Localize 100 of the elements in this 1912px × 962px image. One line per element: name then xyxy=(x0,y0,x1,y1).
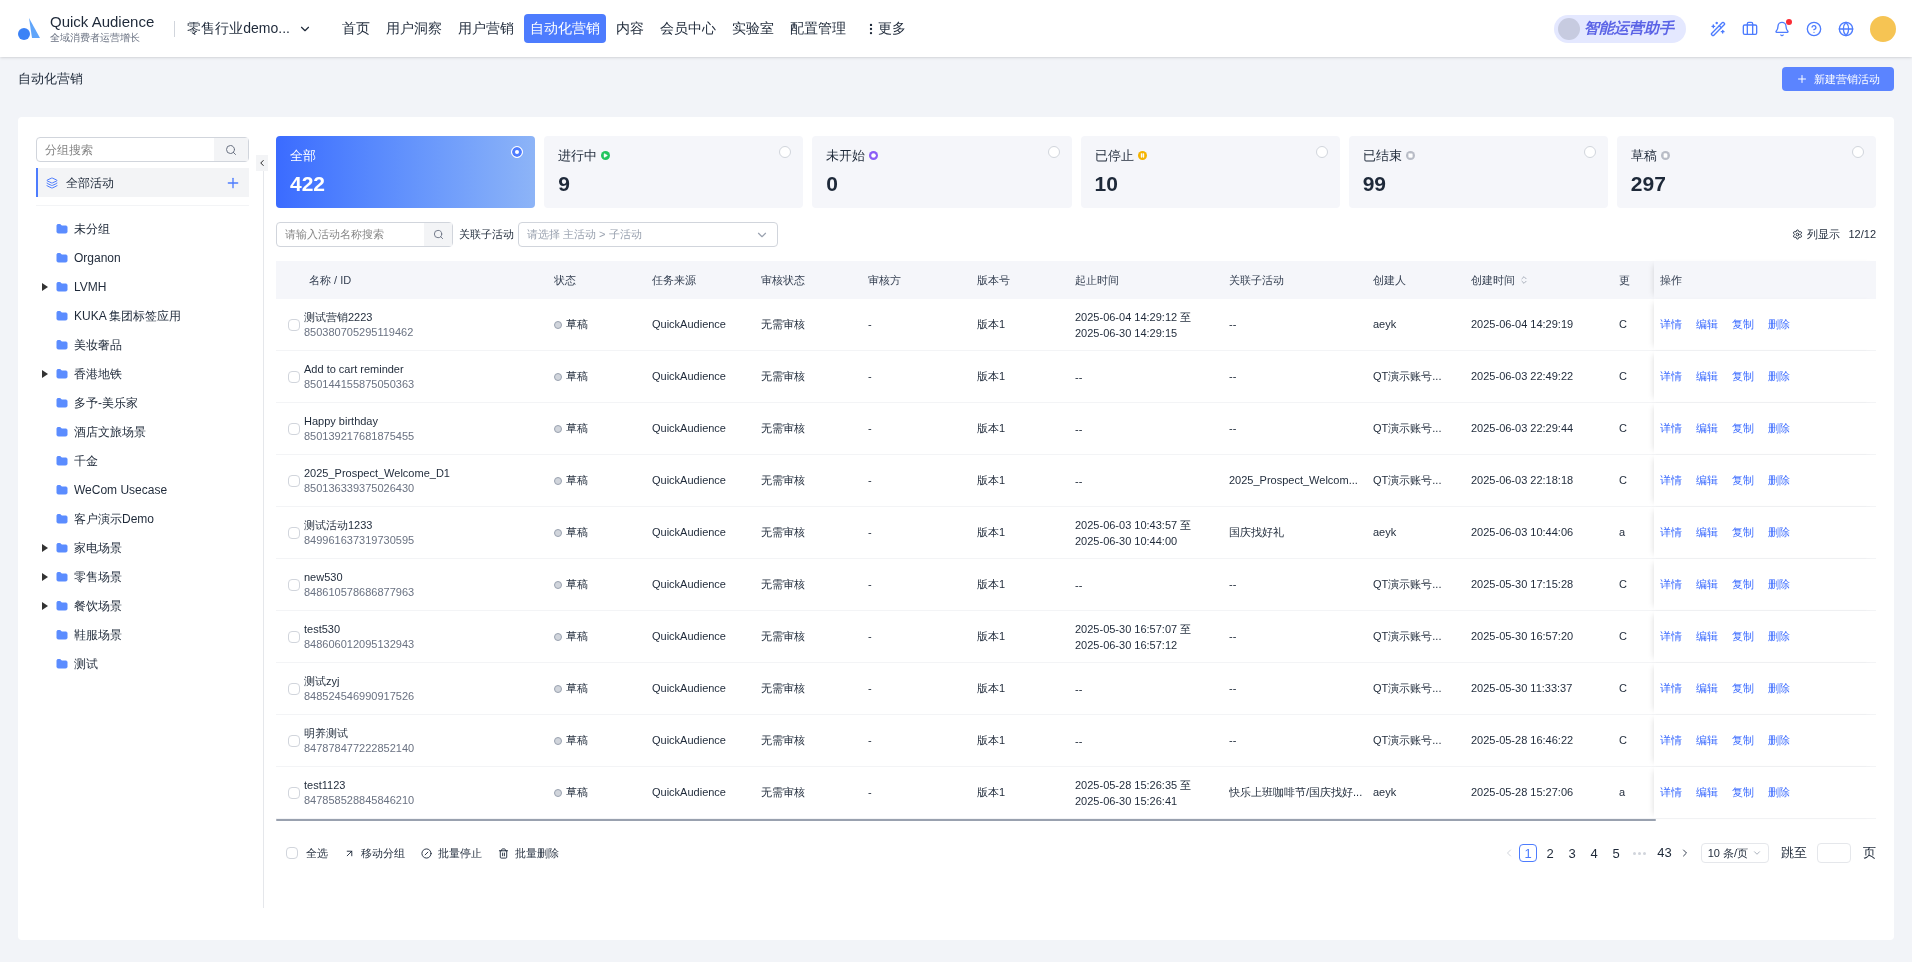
row-action-link[interactable]: 复制 xyxy=(1732,368,1754,385)
row-action-link[interactable]: 删除 xyxy=(1768,680,1790,697)
magic-icon[interactable] xyxy=(1710,20,1726,37)
row-action-link[interactable]: 详情 xyxy=(1660,524,1682,541)
activity-name[interactable]: 测试活动1233 xyxy=(304,517,415,533)
group-item[interactable]: 酒店文旅场景 xyxy=(36,417,249,446)
bulk-action-button[interactable]: 批量停止 xyxy=(421,844,482,862)
group-item[interactable]: 美妆奢品 xyxy=(36,330,249,359)
sort-icon[interactable] xyxy=(1519,275,1529,285)
column-header[interactable]: 创建时间 xyxy=(1471,271,1619,289)
group-search-field[interactable]: 分组搜索 xyxy=(36,137,249,162)
row-action-link[interactable]: 编辑 xyxy=(1696,420,1718,437)
row-checkbox[interactable] xyxy=(288,422,300,435)
globe-icon[interactable] xyxy=(1838,20,1854,37)
row-action-link[interactable]: 复制 xyxy=(1732,524,1754,541)
row-action-link[interactable]: 复制 xyxy=(1732,472,1754,489)
row-checkbox[interactable] xyxy=(288,682,300,695)
group-item[interactable]: 鞋服场景 xyxy=(36,620,249,649)
activity-name[interactable]: new530 xyxy=(304,569,415,585)
row-action-link[interactable]: 详情 xyxy=(1660,472,1682,489)
user-avatar[interactable] xyxy=(1870,15,1896,42)
row-action-link[interactable]: 编辑 xyxy=(1696,784,1718,801)
row-action-link[interactable]: 详情 xyxy=(1660,576,1682,593)
row-checkbox[interactable] xyxy=(288,318,300,331)
nav-tab[interactable]: 配置管理 xyxy=(783,14,852,43)
row-action-link[interactable]: 编辑 xyxy=(1696,680,1718,697)
group-item[interactable]: WeCom Usecase xyxy=(36,475,249,504)
row-action-link[interactable]: 详情 xyxy=(1660,368,1682,385)
ellipsis-icon[interactable] xyxy=(1633,851,1647,855)
page-size-select[interactable]: 10 条/页 xyxy=(1700,843,1769,863)
nav-tab[interactable]: 用户洞察 xyxy=(379,14,448,43)
collapse-button[interactable] xyxy=(256,155,268,171)
expand-icon[interactable] xyxy=(42,369,48,378)
status-card[interactable]: 已停止 10 xyxy=(1080,136,1340,208)
row-action-link[interactable]: 编辑 xyxy=(1696,576,1718,593)
status-card[interactable]: 全部 422 xyxy=(276,136,536,208)
briefcase-icon[interactable] xyxy=(1742,20,1758,37)
row-action-link[interactable]: 详情 xyxy=(1660,680,1682,697)
status-card[interactable]: 进行中 9 xyxy=(544,136,804,208)
activity-name[interactable]: Happy birthday xyxy=(304,413,415,429)
row-action-link[interactable]: 删除 xyxy=(1768,524,1790,541)
row-action-link[interactable]: 编辑 xyxy=(1696,524,1718,541)
activity-name[interactable]: 2025_Prospect_Welcome_D1 xyxy=(304,465,450,481)
row-checkbox[interactable] xyxy=(288,578,300,591)
row-action-link[interactable]: 编辑 xyxy=(1696,732,1718,749)
row-checkbox[interactable] xyxy=(288,630,300,643)
nav-tab[interactable]: 内容 xyxy=(609,14,650,43)
more-menu[interactable]: 更多 xyxy=(863,18,906,39)
expand-icon[interactable] xyxy=(42,543,48,552)
row-action-link[interactable]: 删除 xyxy=(1768,784,1790,801)
group-item[interactable]: KUKA 集团标签应用 xyxy=(36,301,249,330)
activity-name[interactable]: 测试营销2223 xyxy=(304,309,414,325)
expand-icon[interactable] xyxy=(42,572,48,581)
row-action-link[interactable]: 编辑 xyxy=(1696,472,1718,489)
activity-name[interactable]: test1123 xyxy=(304,777,415,793)
page-jump-field[interactable] xyxy=(1817,843,1851,863)
nav-tab[interactable]: 首页 xyxy=(335,14,376,43)
column-display-button[interactable]: 列显示 xyxy=(1792,226,1841,243)
activity-name[interactable]: test530 xyxy=(304,621,415,637)
group-item[interactable]: Organon xyxy=(36,243,249,272)
row-action-link[interactable]: 复制 xyxy=(1732,420,1754,437)
row-action-link[interactable]: 复制 xyxy=(1732,732,1754,749)
row-action-link[interactable]: 复制 xyxy=(1732,316,1754,333)
bulk-action-button[interactable]: 移动分组 xyxy=(344,844,405,862)
expand-icon[interactable] xyxy=(42,282,48,291)
page-button[interactable]: 3 xyxy=(1563,844,1582,862)
row-action-link[interactable]: 复制 xyxy=(1732,628,1754,645)
status-card[interactable]: 未开始 0 xyxy=(812,136,1072,208)
row-action-link[interactable]: 详情 xyxy=(1660,784,1682,801)
all-activities-item[interactable]: 全部活动 xyxy=(36,168,249,197)
select-all-checkbox[interactable] xyxy=(286,847,298,859)
group-item[interactable]: 香港地铁 xyxy=(36,359,249,388)
row-checkbox[interactable] xyxy=(288,526,300,539)
expand-icon[interactable] xyxy=(42,601,48,610)
page-button[interactable]: 2 xyxy=(1541,844,1560,862)
row-checkbox[interactable] xyxy=(288,474,300,487)
workspace-dropdown[interactable]: 零售行业demo... xyxy=(187,18,312,39)
activity-name[interactable]: Add to cart reminder xyxy=(304,361,415,377)
nav-tab[interactable]: 实验室 xyxy=(725,14,780,43)
row-action-link[interactable]: 编辑 xyxy=(1696,316,1718,333)
group-item[interactable]: 测试 xyxy=(36,649,249,678)
row-action-link[interactable]: 详情 xyxy=(1660,628,1682,645)
row-action-link[interactable]: 编辑 xyxy=(1696,628,1718,645)
row-checkbox[interactable] xyxy=(288,734,300,747)
row-action-link[interactable]: 删除 xyxy=(1768,576,1790,593)
nav-tab[interactable]: 用户营销 xyxy=(451,14,520,43)
group-item[interactable]: 家电场景 xyxy=(36,533,249,562)
row-action-link[interactable]: 复制 xyxy=(1732,576,1754,593)
nav-tab[interactable]: 自动化营销 xyxy=(523,14,606,43)
row-checkbox[interactable] xyxy=(288,786,300,799)
group-item[interactable]: 未分组 xyxy=(36,214,249,243)
row-action-link[interactable]: 复制 xyxy=(1732,680,1754,697)
group-item[interactable]: 餐饮场景 xyxy=(36,591,249,620)
notification-icon[interactable] xyxy=(1774,20,1790,37)
activity-name[interactable]: 测试zyj xyxy=(304,673,415,689)
group-item[interactable]: 千金 xyxy=(36,446,249,475)
row-action-link[interactable]: 删除 xyxy=(1768,628,1790,645)
row-action-link[interactable]: 删除 xyxy=(1768,732,1790,749)
row-action-link[interactable]: 删除 xyxy=(1768,316,1790,333)
activity-search-input[interactable]: 请输入活动名称搜索 xyxy=(277,223,424,246)
